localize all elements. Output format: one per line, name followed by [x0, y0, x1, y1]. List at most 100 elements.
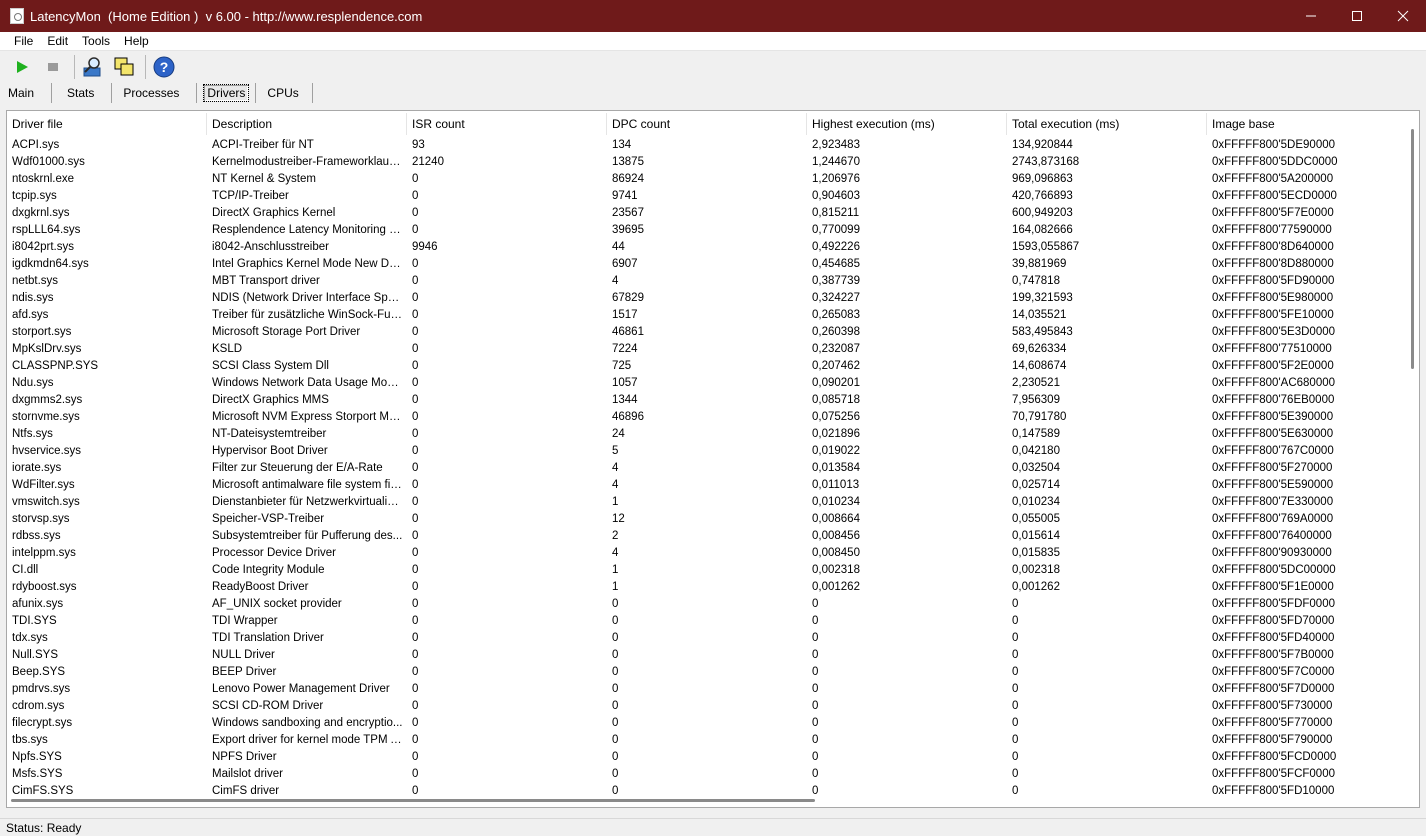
column-header-image-base[interactable]: Image base [1207, 113, 1407, 135]
cell-image-base: 0xFFFFF800'5FDF0000 [1212, 597, 1335, 610]
maximize-button[interactable] [1334, 0, 1380, 32]
table-row[interactable]: storvsp.sys Speicher-VSP-Treiber 0 12 0,0086… [7, 510, 1407, 527]
cell-description: Subsystemtreiber für Pufferung des... [212, 529, 403, 542]
table-row[interactable]: filecrypt.sys Windows sandboxing and encr… [7, 714, 1407, 731]
table-row[interactable]: CLASSPNP.SYS SCSI Class System Dll 0 725 0,2… [7, 357, 1407, 374]
table-row[interactable]: rspLLL64.sys Resplendence Latency Monitor… [7, 221, 1407, 238]
table-row[interactable]: iorate.sys Filter zur Steuerung der E/A-R… [7, 459, 1407, 476]
column-header-highest-execution[interactable]: Highest execution (ms) [807, 113, 1007, 135]
table-row[interactable]: cdrom.sys SCSI CD-ROM Driver 0 0 0 0 0xFFFFF80… [7, 697, 1407, 714]
cell-highest-execution: 0 [812, 631, 819, 644]
minimize-button[interactable] [1288, 0, 1334, 32]
cell-driver-file: ACPI.sys [12, 138, 60, 151]
table-row[interactable]: ndis.sys NDIS (Network Driver Interface S… [7, 289, 1407, 306]
menu-edit[interactable]: Edit [40, 34, 75, 48]
table-row[interactable]: Msfs.SYS Mailslot driver 0 0 0 0 0xFFFFF800'5F… [7, 765, 1407, 782]
table-row[interactable]: hvservice.sys Hypervisor Boot Driver 0 5 0,0… [7, 442, 1407, 459]
cell-description: DirectX Graphics Kernel [212, 206, 336, 219]
cell-dpc-count: 24 [612, 427, 625, 440]
cell-image-base: 0xFFFFF800'5E980000 [1212, 291, 1334, 304]
table-row[interactable]: MpKslDrv.sys KSLD 0 7224 0,232087 69,626334 0x… [7, 340, 1407, 357]
cell-description: KSLD [212, 342, 243, 355]
table-row[interactable]: tcpip.sys TCP/IP-Treiber 0 9741 0,904603 420,… [7, 187, 1407, 204]
table-row[interactable]: ACPI.sys ACPI-Treiber für NT 93 134 2,923483… [7, 136, 1407, 153]
tab-stats[interactable]: Stats [58, 83, 111, 103]
cell-isr-count: 0 [412, 291, 419, 304]
table-row[interactable]: CimFS.SYS CimFS driver 0 0 0 0 0xFFFFF800'5FD1… [7, 782, 1407, 797]
table-row[interactable]: afunix.sys AF_UNIX socket provider 0 0 0 0 0xF… [7, 595, 1407, 612]
table-row[interactable]: Npfs.SYS NPFS Driver 0 0 0 0 0xFFFFF800'5FCD00… [7, 748, 1407, 765]
table-row[interactable]: i8042prt.sys i8042-Anschlusstreiber 9946 44… [7, 238, 1407, 255]
vertical-scrollbar[interactable] [1405, 111, 1419, 795]
cell-total-execution: 420,766893 [1012, 189, 1073, 202]
table-row[interactable]: ntoskrnl.exe NT Kernel & System 0 86924 1,20… [7, 170, 1407, 187]
cell-description: Export driver for kernel mode TPM API [212, 733, 407, 746]
cell-description: SCSI Class System Dll [212, 359, 329, 372]
table-row[interactable]: dxgmms2.sys DirectX Graphics MMS 0 1344 0,08… [7, 391, 1407, 408]
cell-highest-execution: 0 [812, 699, 819, 712]
cell-highest-execution: 0 [812, 648, 819, 661]
table-row[interactable]: Null.SYS NULL Driver 0 0 0 0 0xFFFFF800'5F7B00… [7, 646, 1407, 663]
drivers-table[interactable]: Driver file Description ISR count DPC co… [6, 110, 1420, 808]
table-row[interactable]: intelppm.sys Processor Device Driver 0 4 0,0… [7, 544, 1407, 561]
table-row[interactable]: Wdf01000.sys Kernelmodustreiber-Framework… [7, 153, 1407, 170]
table-row[interactable]: afd.sys Treiber für zusätzliche WinSock-F… [7, 306, 1407, 323]
tab-main[interactable]: Main [0, 83, 51, 103]
table-row[interactable]: CI.dll Code Integrity Module 0 1 0,002318 0,0… [7, 561, 1407, 578]
cell-dpc-count: 0 [612, 767, 619, 780]
table-row[interactable]: tdx.sys TDI Translation Driver 0 0 0 0 0xFFFFF… [7, 629, 1407, 646]
column-header-description[interactable]: Description [207, 113, 407, 135]
driver-search-button[interactable] [79, 54, 107, 80]
cell-total-execution: 0 [1012, 631, 1019, 644]
table-row[interactable]: Beep.SYS BEEP Driver 0 0 0 0 0xFFFFF800'5F7C00… [7, 663, 1407, 680]
vertical-scroll-thumb[interactable] [1411, 129, 1414, 369]
start-button[interactable] [8, 54, 36, 80]
stop-button[interactable] [39, 54, 67, 80]
cell-description: MBT Transport driver [212, 274, 320, 287]
table-row[interactable]: stornvme.sys Microsoft NVM Express Storpo… [7, 408, 1407, 425]
table-row[interactable]: igdkmdn64.sys Intel Graphics Kernel Mode … [7, 255, 1407, 272]
table-row[interactable]: TDI.SYS TDI Wrapper 0 0 0 0 0xFFFFF800'5FD7000… [7, 612, 1407, 629]
table-row[interactable]: dxgkrnl.sys DirectX Graphics Kernel 0 23567… [7, 204, 1407, 221]
table-row[interactable]: vmswitch.sys Dienstanbieter für Netzwerkv… [7, 493, 1407, 510]
tab-drivers[interactable]: Drivers [203, 83, 255, 103]
tab-cpus[interactable]: CPUs [262, 83, 311, 103]
cell-driver-file: pmdrvs.sys [12, 682, 71, 695]
cell-dpc-count: 44 [612, 240, 625, 253]
windows-button[interactable] [110, 54, 138, 80]
column-header-total-execution[interactable]: Total execution (ms) [1007, 113, 1207, 135]
cell-image-base: 0xFFFFF800'5F270000 [1212, 461, 1333, 474]
column-header-dpc-count[interactable]: DPC count [607, 113, 807, 135]
help-button[interactable]: ? [150, 54, 178, 80]
cell-highest-execution: 0,207462 [812, 359, 860, 372]
tab-processes[interactable]: Processes [118, 83, 196, 103]
cell-isr-count: 0 [412, 597, 419, 610]
cell-description: Windows sandboxing and encryptio... [212, 716, 403, 729]
table-row[interactable]: Ntfs.sys NT-Dateisystemtreiber 0 24 0,021896… [7, 425, 1407, 442]
horizontal-scrollbar[interactable] [7, 795, 1407, 807]
close-button[interactable] [1380, 0, 1426, 32]
table-row[interactable]: Ndu.sys Windows Network Data Usage Monit.… [7, 374, 1407, 391]
cell-description: Treiber für zusätzliche WinSock-Fun... [212, 308, 407, 321]
cell-isr-count: 0 [412, 716, 419, 729]
cell-dpc-count: 0 [612, 614, 619, 627]
cell-total-execution: 199,321593 [1012, 291, 1073, 304]
cell-isr-count: 0 [412, 308, 419, 321]
menu-help[interactable]: Help [117, 34, 156, 48]
table-row[interactable]: storport.sys Microsoft Storage Port Drive… [7, 323, 1407, 340]
cell-total-execution: 0 [1012, 665, 1019, 678]
table-row[interactable]: WdFilter.sys Microsoft antimalware file s… [7, 476, 1407, 493]
table-row[interactable]: tbs.sys Export driver for kernel mode TPM… [7, 731, 1407, 748]
cell-dpc-count: 13875 [612, 155, 644, 168]
column-header-isr-count[interactable]: ISR count [407, 113, 607, 135]
table-row[interactable]: netbt.sys MBT Transport driver 0 4 0,387739 0… [7, 272, 1407, 289]
table-row[interactable]: pmdrvs.sys Lenovo Power Management Driver… [7, 680, 1407, 697]
column-header-driver-file[interactable]: Driver file [7, 113, 207, 135]
horizontal-scroll-thumb[interactable] [11, 799, 815, 802]
table-row[interactable]: rdbss.sys Subsystemtreiber für Pufferung … [7, 527, 1407, 544]
menu-file[interactable]: File [7, 34, 40, 48]
menu-tools[interactable]: Tools [75, 34, 117, 48]
cell-image-base: 0xFFFFF800'769A0000 [1212, 512, 1334, 525]
cell-driver-file: tcpip.sys [12, 189, 57, 202]
table-row[interactable]: rdyboost.sys ReadyBoost Driver 0 1 0,001262 0… [7, 578, 1407, 595]
